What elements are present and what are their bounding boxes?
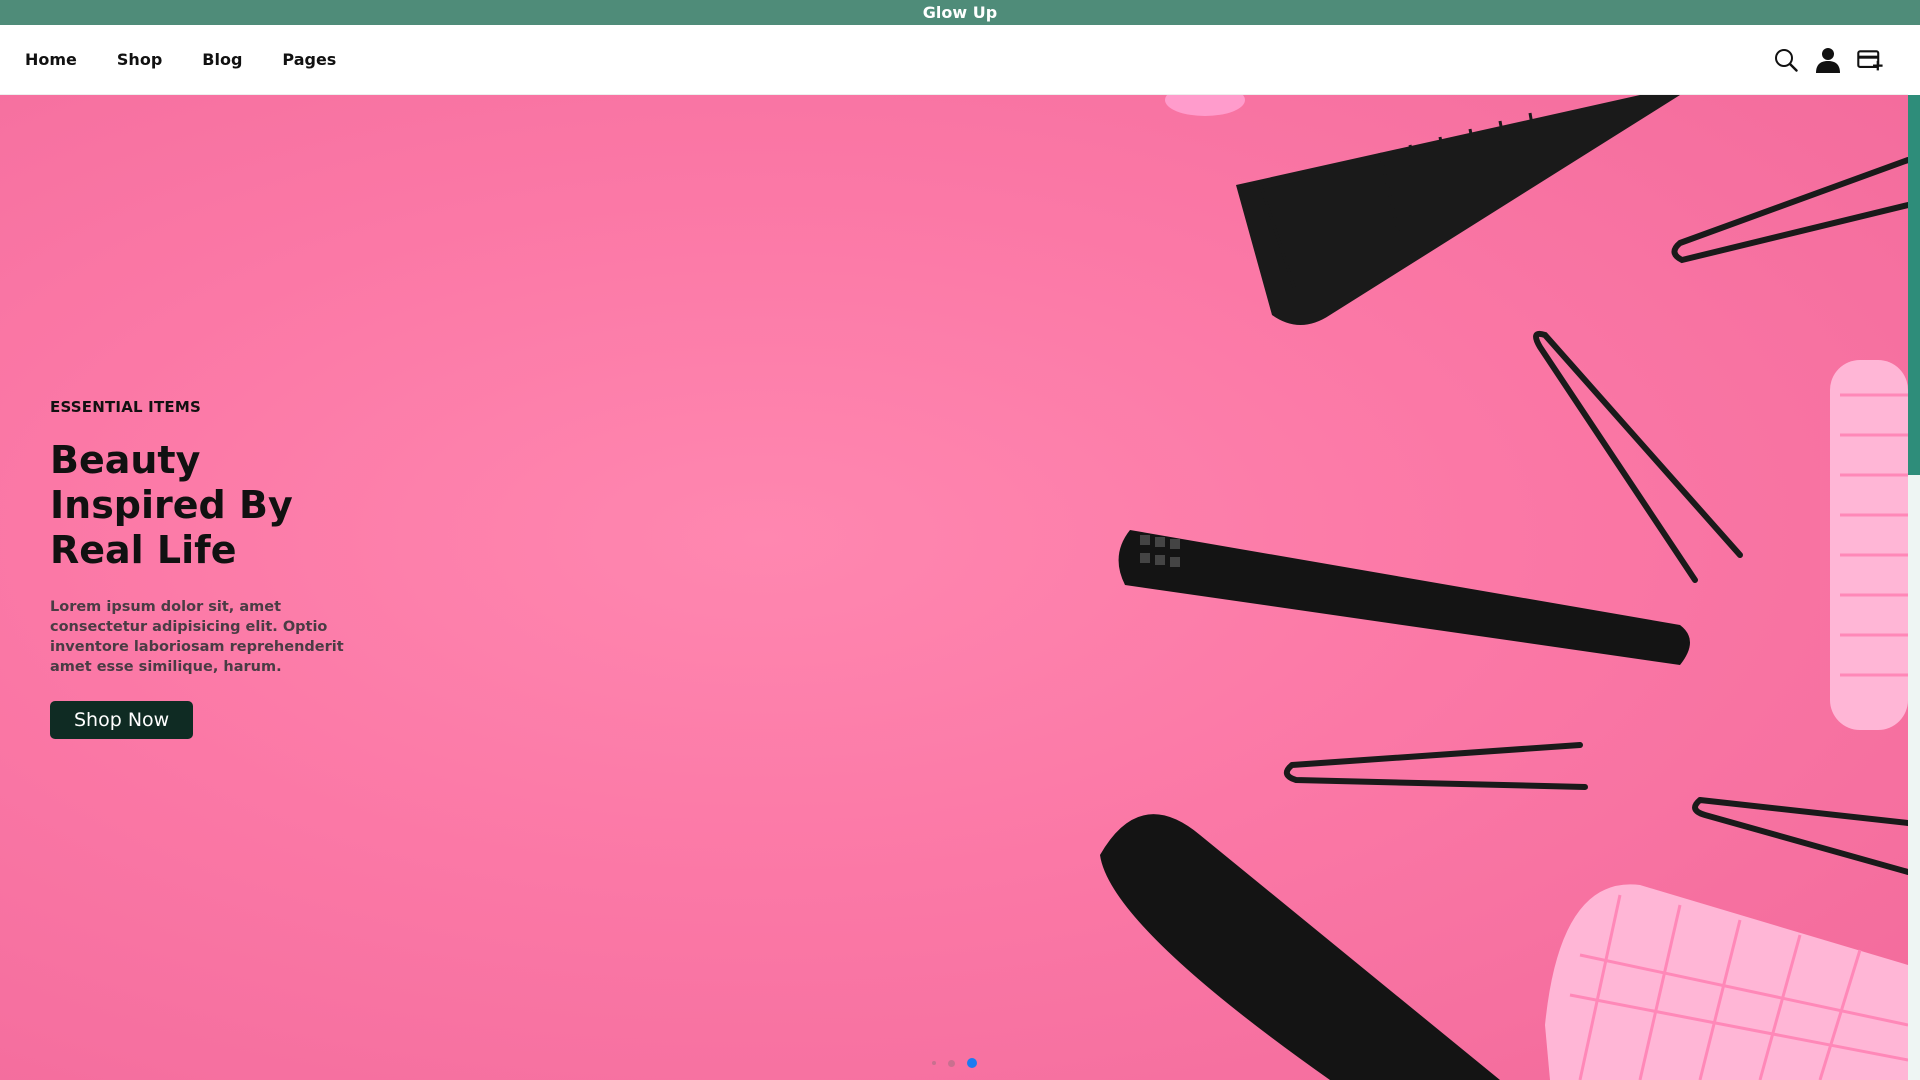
main-navbar: Home Shop Blog Pages — [0, 25, 1908, 95]
hero-title: Beauty Inspired By Real Life — [50, 438, 293, 572]
brand-name: Glow Up — [922, 3, 998, 22]
hero-eyebrow: ESSENTIAL ITEMS — [50, 398, 201, 416]
shop-now-button[interactable]: Shop Now — [50, 701, 194, 739]
nav-link-pages[interactable]: Pages — [282, 50, 336, 69]
carousel-dot-3-active[interactable] — [966, 1058, 977, 1068]
hero-description: Lorem ipsum dolor sit, amet consectetur … — [50, 599, 344, 675]
hero-content: ESSENTIAL ITEMS Beauty Inspired By Real … — [50, 398, 390, 739]
nav-links: Home Shop Blog Pages — [25, 50, 336, 69]
scrollbar-thumb[interactable] — [1908, 95, 1920, 475]
search-icon[interactable] — [1773, 47, 1799, 73]
nav-link-blog[interactable]: Blog — [202, 50, 242, 69]
carousel-indicators — [0, 1058, 1908, 1068]
nav-link-home[interactable]: Home — [25, 50, 77, 69]
cart-icon[interactable] — [1857, 47, 1883, 73]
carousel-dot-1[interactable] — [931, 1061, 936, 1065]
nav-link-shop[interactable]: Shop — [117, 50, 162, 69]
announcement-bar: Glow Up — [0, 0, 1920, 25]
nav-icons — [1773, 47, 1883, 73]
scrollbar[interactable] — [1908, 95, 1920, 1080]
hero-banner: ESSENTIAL ITEMS Beauty Inspired By Real … — [0, 95, 1908, 1080]
carousel-dot-2[interactable] — [947, 1059, 955, 1067]
user-icon[interactable] — [1815, 47, 1841, 73]
